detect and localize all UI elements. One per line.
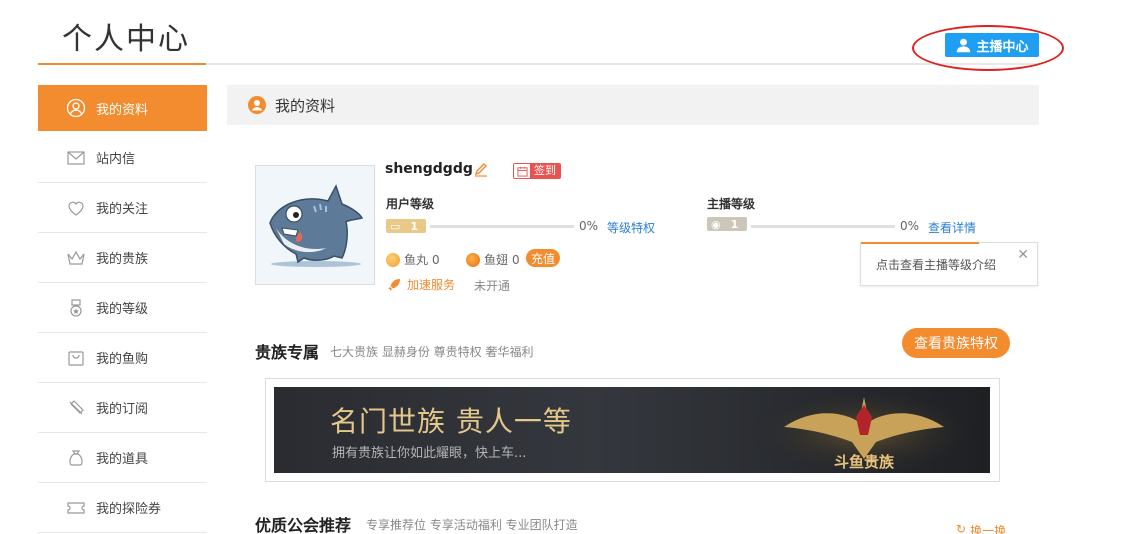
sidebar-item-noble[interactable]: 我的贵族: [38, 233, 207, 283]
level-privileges-link[interactable]: 等级特权: [607, 219, 655, 236]
view-details-link[interactable]: 查看详情: [928, 219, 976, 236]
title-underline: [38, 63, 206, 65]
sidebar-item-follows[interactable]: 我的关注: [38, 183, 207, 233]
calendar-icon: [514, 164, 530, 178]
accel-service-link[interactable]: 加速服务: [386, 276, 455, 293]
noble-banner-frame: 名门世族 贵人一等 拥有贵族让你如此耀眼，快上车... 斗鱼贵族: [265, 378, 1000, 482]
fish-fin-balance: 鱼翅 0: [466, 251, 520, 268]
heart-icon: [66, 198, 86, 218]
ticket-icon: [66, 498, 86, 518]
refresh-icon: ↻: [956, 522, 967, 534]
fish-fin-label: 鱼翅: [484, 253, 509, 267]
sidebar-item-label: 我的等级: [96, 302, 149, 317]
sidebar-item-subscriptions[interactable]: 我的订阅: [38, 383, 207, 433]
shark-avatar-image: [256, 166, 374, 284]
banner-subtitle: 拥有贵族让你如此耀眼，快上车...: [332, 446, 527, 461]
sidebar-item-label: 我的资料: [96, 102, 149, 118]
sidebar-item-messages[interactable]: 站内信: [38, 133, 207, 183]
user-icon: [957, 38, 971, 52]
user-circle-icon: [248, 96, 266, 114]
microphone-badge-icon: ◉: [711, 217, 721, 231]
mail-icon: [66, 148, 86, 168]
personal-center-page: 个人中心 主播中心 我的资料 站内信 我的关注 我的贵族 我的等级 我的鱼购 我…: [0, 0, 1137, 534]
user-circle-icon: [66, 98, 86, 118]
sidebar-item-tickets[interactable]: 我的探险券: [38, 483, 207, 533]
crown-icon: [66, 248, 86, 268]
section-title: 我的资料: [275, 96, 336, 115]
fish-ball-value: 0: [432, 252, 440, 267]
sidebar-item-label: 我的关注: [96, 202, 149, 217]
anchor-center-button[interactable]: 主播中心: [945, 33, 1039, 57]
anchor-level-progress-bar: [751, 225, 895, 228]
shopping-bag-icon: [66, 348, 86, 368]
page-title: 个人中心: [62, 22, 190, 57]
noble-emblem-logo: 斗鱼贵族: [744, 387, 984, 473]
noble-banner[interactable]: 名门世族 贵人一等 拥有贵族让你如此耀眼，快上车... 斗鱼贵族: [274, 387, 990, 473]
sidebar-item-label: 站内信: [96, 152, 136, 167]
recharge-button[interactable]: 充值: [526, 249, 560, 267]
anchor-center-label: 主播中心: [976, 39, 1029, 55]
rocket-icon: [388, 278, 400, 291]
username: shengdgdg: [385, 161, 473, 177]
user-level-progress: 0%: [579, 219, 599, 233]
view-noble-privileges-button[interactable]: 查看贵族特权: [902, 328, 1010, 358]
fish-ball-balance: 鱼丸 0: [386, 251, 440, 268]
anchor-level-value: 1: [730, 217, 739, 231]
sidebar-item-label: 我的鱼购: [96, 352, 149, 367]
sign-in-button[interactable]: 签到: [513, 163, 561, 179]
user-level-value: 1: [410, 219, 419, 233]
sidebar-item-shopping[interactable]: 我的鱼购: [38, 333, 207, 383]
banner-logo-text: 斗鱼贵族: [834, 453, 895, 471]
anchor-level-progress: 0%: [900, 219, 920, 233]
fish-fin-icon: [466, 252, 480, 267]
fish-fin-value: 0: [512, 252, 520, 267]
anchor-level-tooltip[interactable]: 点击查看主播等级介绍 ✕: [860, 242, 1038, 286]
medal-icon: [66, 298, 86, 318]
accel-service-status: 未开通: [474, 279, 511, 293]
sidebar-item-label: 我的订阅: [96, 402, 149, 417]
banner-title: 名门世族 贵人一等: [330, 405, 572, 438]
sidebar-item-label: 我的道具: [96, 452, 149, 467]
fish-ball-icon: [386, 252, 400, 267]
refresh-link[interactable]: ↻ 换一换: [956, 522, 1006, 534]
section-header: 我的资料: [227, 85, 1039, 125]
prop-bag-icon: [66, 448, 86, 468]
noble-section-title: 贵族专属: [255, 343, 320, 362]
sign-in-label: 签到: [530, 164, 560, 178]
sidebar-item-label: 我的贵族: [96, 252, 149, 267]
tooltip-text: 点击查看主播等级介绍: [876, 257, 997, 272]
user-level-badge: ▭ 1: [386, 219, 426, 233]
subscribe-icon: [66, 398, 86, 418]
sidebar-item-label: 我的探险券: [96, 502, 162, 517]
sidebar-item-level[interactable]: 我的等级: [38, 283, 207, 333]
user-level-label: 用户等级: [386, 197, 435, 211]
sidebar: 我的资料 站内信 我的关注 我的贵族 我的等级 我的鱼购 我的订阅 我的道具 我…: [38, 85, 207, 533]
close-icon[interactable]: ✕: [1017, 247, 1029, 263]
pencil-icon[interactable]: [473, 161, 489, 177]
noble-section-subtitle: 七大贵族 显赫身份 尊贵特权 奢华福利: [330, 345, 534, 359]
accel-service-label: 加速服务: [407, 278, 456, 292]
anchor-level-label: 主播等级: [707, 197, 756, 211]
header-divider: [206, 63, 1038, 65]
refresh-label: 换一换: [970, 524, 1007, 534]
level-ribbon-icon: ▭: [390, 219, 401, 233]
avatar[interactable]: [255, 165, 375, 285]
guild-section-subtitle: 专享推荐位 专享活动福利 专业团队打造: [366, 518, 578, 532]
sidebar-item-profile[interactable]: 我的资料: [38, 85, 207, 133]
sidebar-item-props[interactable]: 我的道具: [38, 433, 207, 483]
user-level-progress-bar: [430, 225, 574, 228]
fish-ball-label: 鱼丸: [404, 253, 429, 267]
guild-section-title: 优质公会推荐: [255, 516, 352, 534]
anchor-level-badge: ◉ 1: [707, 217, 747, 231]
